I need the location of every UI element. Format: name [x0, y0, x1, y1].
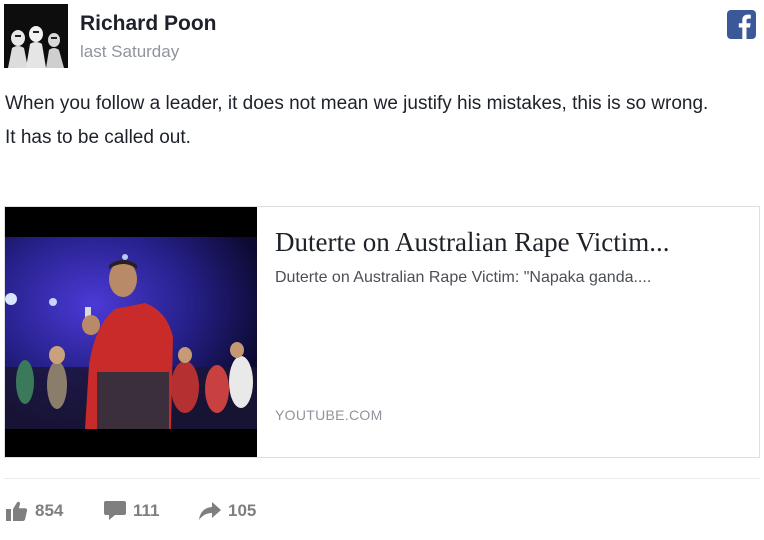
- link-title[interactable]: Duterte on Australian Rape Victim...: [275, 227, 745, 258]
- link-domain: YOUTUBE.COM: [275, 407, 383, 423]
- facebook-icon[interactable]: [727, 10, 756, 39]
- like-count: 854: [35, 501, 64, 520]
- share-icon: [199, 501, 221, 521]
- comment-count: 111: [133, 501, 160, 520]
- author-name[interactable]: Richard Poon: [80, 12, 217, 36]
- video-thumbnail[interactable]: [5, 207, 257, 457]
- comment-button[interactable]: 111: [104, 499, 160, 523]
- divider: [4, 478, 760, 479]
- link-preview-card[interactable]: Duterte on Australian Rape Victim... Dut…: [4, 206, 760, 458]
- link-description: Duterte on Australian Rape Victim: "Napa…: [275, 269, 652, 286]
- post-body: When you follow a leader, it does not me…: [5, 92, 750, 160]
- avatar-image: [4, 4, 68, 68]
- post-paragraph: When you follow a leader, it does not me…: [5, 93, 709, 114]
- post-timestamp[interactable]: last Saturday: [80, 42, 179, 62]
- like-button[interactable]: 854: [6, 499, 63, 523]
- share-button[interactable]: 105: [199, 499, 256, 523]
- post-paragraph: It has to be called out.: [5, 127, 191, 148]
- like-icon: [6, 501, 28, 521]
- author-avatar[interactable]: [4, 4, 68, 68]
- share-count: 105: [228, 501, 257, 520]
- comment-icon: [104, 501, 126, 521]
